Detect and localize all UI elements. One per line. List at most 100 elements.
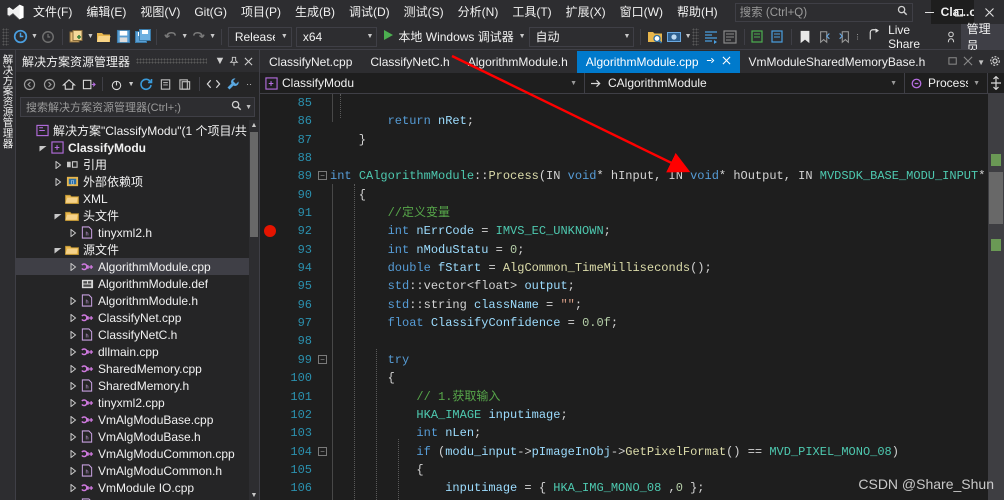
- editor-tab[interactable]: AlgorithmModule.h: [458, 51, 577, 73]
- code-text[interactable]: return nRet; } int CAlgorithmModule::Pro…: [330, 94, 1004, 500]
- feedback-icon[interactable]: [941, 26, 960, 48]
- scrollbar-thumb[interactable]: [250, 132, 258, 237]
- collapse-all-icon[interactable]: [107, 74, 126, 94]
- new-project-icon[interactable]: [67, 26, 86, 48]
- code-line[interactable]: }: [330, 131, 1004, 149]
- code-line[interactable]: float ClassifyConfidence = 0.0f;: [330, 314, 1004, 332]
- snapshot-icon[interactable]: [665, 26, 684, 48]
- restore-window-icon[interactable]: [948, 55, 959, 69]
- code-line[interactable]: int nErrCode = IMVS_EC_UNKNOWN;: [330, 222, 1004, 240]
- menu-item-extensions[interactable]: 扩展(X): [559, 0, 613, 24]
- solution-configuration-combo[interactable]: Release ▼: [227, 26, 292, 47]
- back-dropdown-icon[interactable]: ▼: [30, 26, 39, 48]
- redo-icon[interactable]: [189, 26, 208, 48]
- twisty-collapsed-icon[interactable]: [67, 466, 79, 475]
- header-drag-dots[interactable]: [136, 58, 207, 64]
- split-view-icon[interactable]: [988, 76, 1004, 90]
- navigate-back-icon[interactable]: [11, 26, 30, 48]
- tree-item[interactable]: 引用: [16, 156, 259, 173]
- tree-item[interactable]: SharedMemory.cpp: [16, 360, 259, 377]
- code-line[interactable]: [330, 94, 1004, 112]
- twisty-collapsed-icon[interactable]: [67, 364, 79, 373]
- code-editor[interactable]: 85 86 87 88 89 90 91 92 93 94 95 96 97 98 99 100 101 102 1…: [260, 94, 1004, 500]
- scrollbar-thumb[interactable]: [989, 172, 1003, 224]
- twisty-collapsed-icon[interactable]: [67, 262, 79, 271]
- tree-item[interactable]: AlgorithmModule.cpp: [16, 258, 259, 275]
- open-file-icon[interactable]: [95, 26, 114, 48]
- editor-tab[interactable]: ClassifyNet.cpp: [260, 51, 362, 73]
- code-line[interactable]: std::vector<float> output;: [330, 277, 1004, 295]
- code-line[interactable]: // 1.获取输入: [330, 388, 1004, 406]
- menu-item-edit[interactable]: 编辑(E): [79, 0, 133, 24]
- bookmark-icon[interactable]: [796, 26, 815, 48]
- tree-item[interactable]: ClassifyNet.cpp: [16, 309, 259, 326]
- chevron-down-icon[interactable]: ▼: [213, 55, 227, 67]
- twisty-collapsed-icon[interactable]: [67, 432, 79, 441]
- twisty-collapsed-icon[interactable]: [67, 449, 79, 458]
- chevron-down-icon[interactable]: ▼: [242, 104, 252, 111]
- twisty-collapsed-icon[interactable]: [67, 483, 79, 492]
- chevron-down-icon[interactable]: ▼: [977, 58, 985, 67]
- breakpoint-margin[interactable]: [260, 94, 282, 500]
- pin-icon[interactable]: [227, 56, 241, 67]
- tree-item[interactable]: XML: [16, 190, 259, 207]
- tree-item[interactable]: h VmAlgModuCommon.h: [16, 462, 259, 479]
- tree-item[interactable]: h ClassifyNetC.h: [16, 326, 259, 343]
- menu-item-debug[interactable]: 调试(D): [342, 0, 397, 24]
- code-line[interactable]: {: [330, 186, 1004, 204]
- editor-tab[interactable]: AlgorithmModule.cpp: [576, 51, 740, 73]
- solution-platform-combo[interactable]: x64 ▼: [295, 26, 378, 47]
- scroll-up-icon[interactable]: ▲: [249, 120, 259, 130]
- save-all-icon[interactable]: [133, 26, 152, 48]
- menu-item-window[interactable]: 窗口(W): [613, 0, 670, 24]
- twisty-collapsed-icon[interactable]: [67, 228, 79, 237]
- twisty-collapsed-icon[interactable]: [67, 296, 79, 305]
- menu-item-tools[interactable]: 工具(T): [505, 0, 558, 24]
- start-debugging-button[interactable]: 本地 Windows 调试器: [379, 26, 517, 48]
- twisty-collapsed-icon[interactable]: [67, 330, 79, 339]
- pending-changes-icon[interactable]: [79, 74, 98, 94]
- close-icon[interactable]: [241, 57, 255, 66]
- next-bookmark-icon[interactable]: [834, 26, 853, 48]
- twisty-collapsed-icon[interactable]: [67, 415, 79, 424]
- debug-auto-combo[interactable]: 自动 ▼: [528, 26, 635, 47]
- code-line[interactable]: double fStart = AlgCommon_TimeMillisecon…: [330, 259, 1004, 277]
- toggle-comment-icon[interactable]: [768, 26, 787, 48]
- code-line[interactable]: try: [330, 351, 1004, 369]
- scroll-down-icon[interactable]: ▼: [249, 490, 259, 500]
- tree-item[interactable]: VmAlgModuCommon.cpp: [16, 445, 259, 462]
- undo-icon[interactable]: [161, 26, 180, 48]
- twisty-collapsed-icon[interactable]: [67, 398, 79, 407]
- outlining-collapse-icon[interactable]: −: [318, 446, 327, 456]
- tree-item[interactable]: ClassifyModu: [16, 139, 259, 156]
- pin-icon[interactable]: [706, 56, 715, 68]
- redo-dropdown-icon[interactable]: ▼: [208, 26, 217, 48]
- find-in-files-icon[interactable]: [645, 26, 664, 48]
- previous-bookmark-icon[interactable]: [815, 26, 834, 48]
- snapshot-dropdown-icon[interactable]: ▼: [684, 26, 693, 48]
- forward-icon[interactable]: [40, 74, 59, 94]
- code-line[interactable]: {: [330, 369, 1004, 387]
- debug-target-dropdown-icon[interactable]: ▼: [518, 26, 527, 48]
- editor-vertical-scrollbar[interactable]: [988, 94, 1004, 500]
- home-icon[interactable]: [59, 74, 78, 94]
- collapse-dropdown-icon[interactable]: ▼: [127, 74, 136, 94]
- menu-item-help[interactable]: 帮助(H): [670, 0, 725, 24]
- quick-launch-search[interactable]: 搜索 (Ctrl+Q): [734, 2, 913, 22]
- code-line[interactable]: std::string className = "";: [330, 296, 1004, 314]
- tree-item[interactable]: tinyxml2.cpp: [16, 394, 259, 411]
- nav-project-dropdown[interactable]: ClassifyModu ▼: [260, 73, 585, 93]
- tree-item[interactable]: h VmAlgModuBase.h: [16, 428, 259, 445]
- tree-item[interactable]: dllmain.cpp: [16, 343, 259, 360]
- solution-tree-scrollbar[interactable]: ▲ ▼: [249, 120, 259, 500]
- tree-item[interactable]: 解决方案"ClassifyModu"(1 个项目/共 1 个): [16, 122, 259, 139]
- solution-explorer-search[interactable]: 搜索解决方案资源管理器(Ctrl+;) ▼: [20, 97, 255, 117]
- close-icon[interactable]: [722, 56, 731, 68]
- wrench-icon[interactable]: [223, 74, 242, 94]
- code-line[interactable]: int CAlgorithmModule::Process(IN void* h…: [330, 167, 1004, 185]
- menu-item-view[interactable]: 视图(V): [133, 0, 187, 24]
- menu-item-analyze[interactable]: 分析(N): [451, 0, 506, 24]
- minimize-icon[interactable]: [914, 0, 944, 24]
- navigate-forward-icon[interactable]: [39, 26, 58, 48]
- twisty-expanded-icon[interactable]: [37, 144, 49, 152]
